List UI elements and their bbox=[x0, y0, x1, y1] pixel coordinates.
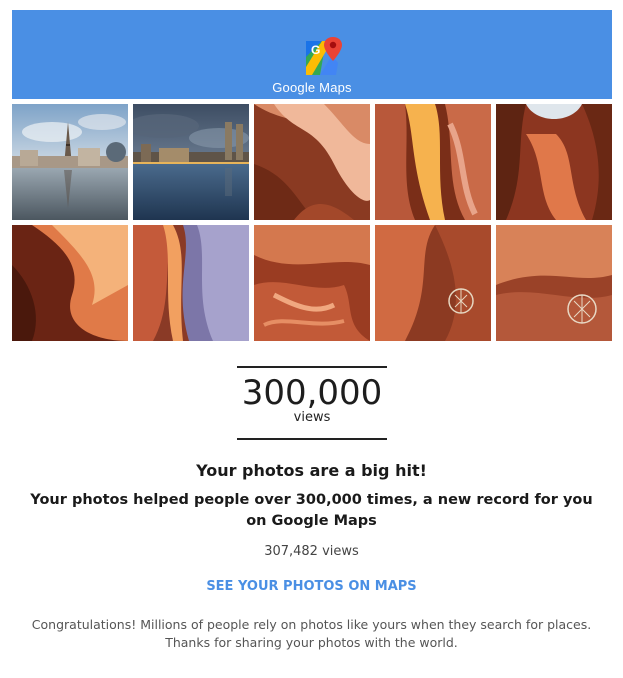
lake-city-skyline-photo[interactable] bbox=[133, 104, 249, 220]
google-maps-pin-icon: G bbox=[306, 37, 342, 75]
view-count: 307,482 views bbox=[264, 544, 359, 559]
subline: Your photos helped people over 300,000 t… bbox=[30, 492, 593, 529]
antelope-canyon-photo-3[interactable] bbox=[496, 104, 612, 220]
milestone-number: 300,000 bbox=[241, 373, 383, 413]
antelope-canyon-photo-7[interactable] bbox=[375, 225, 491, 341]
antelope-canyon-photo-2[interactable] bbox=[375, 104, 491, 220]
svg-text:G: G bbox=[311, 43, 320, 57]
antelope-canyon-photo-5[interactable] bbox=[133, 225, 249, 341]
email-body: G Google Maps 300,000 views Your photos … bbox=[0, 0, 623, 678]
antelope-canyon-photo-6[interactable] bbox=[254, 225, 370, 341]
antelope-canyon-photo-1[interactable] bbox=[254, 104, 370, 220]
photo-grid bbox=[12, 104, 612, 341]
header-banner: G Google Maps bbox=[12, 10, 612, 99]
antelope-canyon-photo-8[interactable] bbox=[496, 225, 612, 341]
views-milestone: 300,000 views bbox=[237, 366, 387, 440]
congratulations-text: Congratulations! Millions of people rely… bbox=[31, 617, 592, 650]
las-vegas-paris-photo[interactable] bbox=[12, 104, 128, 220]
antelope-canyon-photo-4[interactable] bbox=[12, 225, 128, 341]
brand-name: Google Maps bbox=[272, 80, 352, 95]
see-photos-on-maps-link[interactable]: SEE YOUR PHOTOS ON MAPS bbox=[0, 579, 623, 594]
headline: Your photos are a big hit! bbox=[196, 461, 427, 480]
